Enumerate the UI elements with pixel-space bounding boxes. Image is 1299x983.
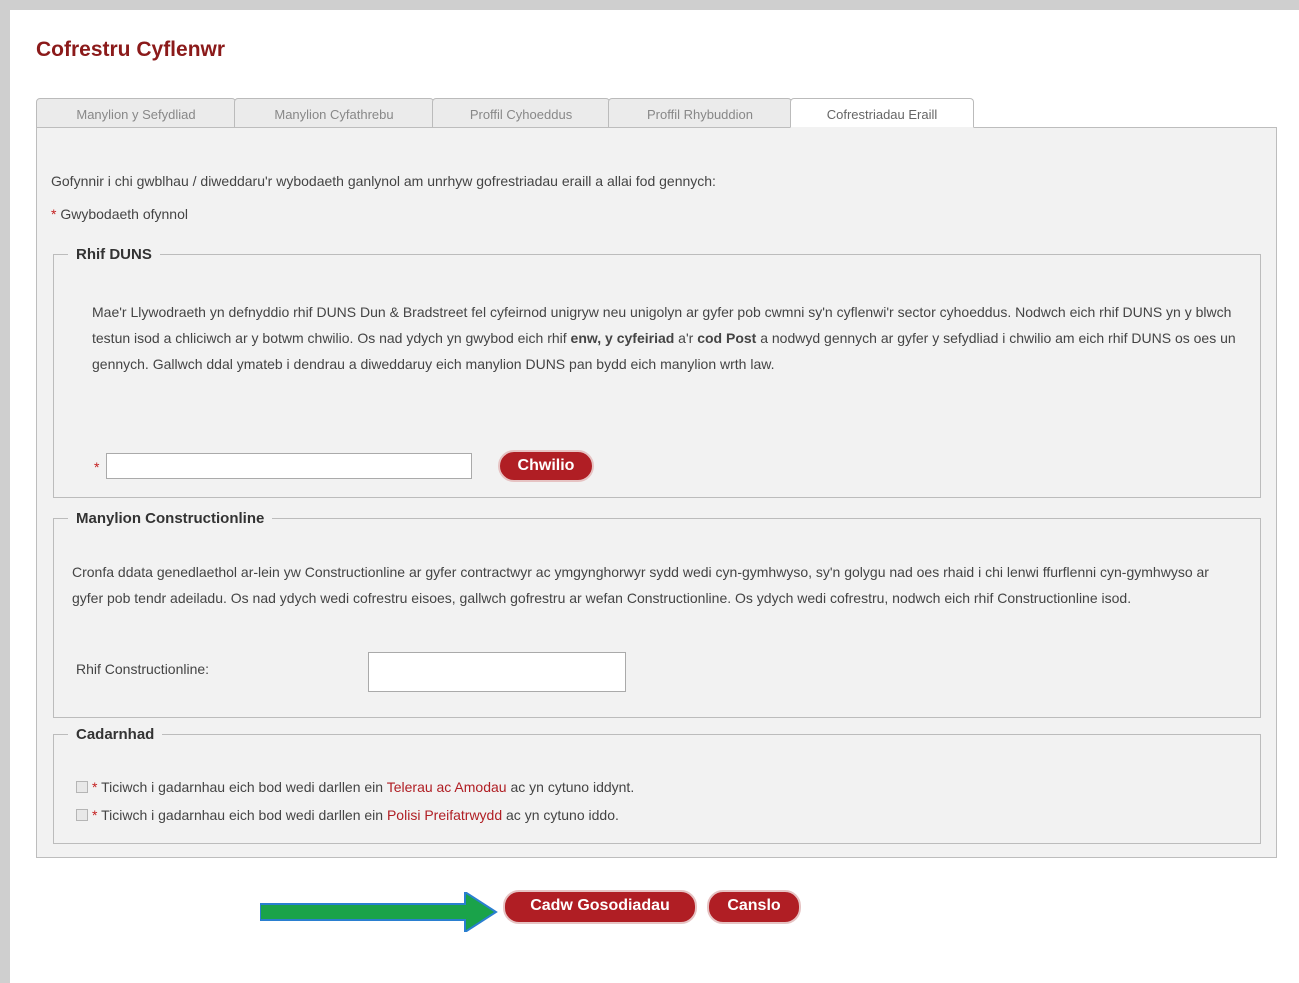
confirmation-fieldset: Cadarnhad * Ticiwch i gadarnhau eich bod… [53, 726, 1261, 844]
save-settings-button[interactable]: Cadw Gosodiadau [503, 890, 697, 924]
tab-other-registrations[interactable]: Cofrestriadau Eraill [790, 98, 974, 128]
tab-bar: Manylion y Sefydliad Manylion Cyfathrebu… [36, 98, 1036, 128]
privacy-checkbox[interactable] [76, 809, 88, 821]
cancel-button[interactable]: Canslo [707, 890, 801, 924]
privacy-text: Ticiwch i gadarnhau eich bod wedi darlle… [101, 807, 384, 823]
duns-legend: Rhif DUNS [76, 246, 152, 263]
privacy-row: * Ticiwch i gadarnhau eich bod wedi darl… [76, 807, 619, 823]
tab-public-profile[interactable]: Proffil Cyhoeddus [432, 98, 610, 128]
constructionline-fieldset: Manylion Constructionline Cronfa ddata g… [53, 510, 1261, 718]
required-marker: * [92, 779, 98, 795]
duns-description: Mae'r Llywodraeth yn defnyddio rhif DUNS… [92, 299, 1242, 377]
duns-required-marker: * [94, 459, 100, 475]
page-title: Cofrestru Cyflenwr [36, 38, 226, 61]
tab-label: Manylion Cyfathrebu [274, 107, 394, 122]
constructionline-legend: Manylion Constructionline [76, 510, 265, 527]
constructionline-description: Cronfa ddata genedlaethol ar-lein yw Con… [72, 564, 1209, 606]
terms-suffix: ac yn cytuno iddynt. [510, 779, 635, 795]
terms-link[interactable]: Telerau ac Amodau [387, 779, 507, 795]
privacy-link[interactable]: Polisi Preifatrwydd [387, 807, 502, 823]
page: Cofrestru Cyflenwr Manylion y Sefydliad … [10, 10, 1299, 983]
duns-bold-2: cod Post [697, 330, 757, 346]
green-arrow-icon [260, 892, 498, 932]
tab-label: Proffil Rhybuddion [647, 107, 753, 122]
privacy-suffix: ac yn cytuno iddo. [506, 807, 619, 823]
tab-communication-details[interactable]: Manylion Cyfathrebu [234, 98, 434, 128]
constructionline-field-label: Rhif Constructionline: [76, 661, 210, 677]
terms-row: * Ticiwch i gadarnhau eich bod wedi darl… [76, 779, 634, 795]
tab-label: Cofrestriadau Eraill [826, 107, 938, 122]
tab-alerts-profile[interactable]: Proffil Rhybuddion [608, 98, 792, 128]
tab-label: Proffil Cyhoeddus [469, 107, 573, 122]
tab-panel: Gofynnir i chi gwblhau / diweddaru'r wyb… [36, 127, 1277, 858]
search-button[interactable]: Chwilio [498, 450, 594, 482]
duns-text-2: a'r [674, 330, 698, 346]
tab-organisation-details[interactable]: Manylion y Sefydliad [36, 98, 236, 128]
confirmation-legend: Cadarnhad [76, 726, 155, 743]
required-marker: * [51, 206, 57, 222]
required-note: * Gwybodaeth ofynnol [51, 206, 188, 222]
duns-bold-1: enw, y cyfeiriad [570, 330, 675, 346]
tab-label: Manylion y Sefydliad [76, 107, 196, 122]
required-note-text: Gwybodaeth ofynnol [60, 206, 188, 222]
intro-text: Gofynnir i chi gwblhau / diweddaru'r wyb… [51, 173, 716, 189]
required-marker: * [92, 807, 98, 823]
terms-checkbox[interactable] [76, 781, 88, 793]
duns-fieldset: Rhif DUNS Mae'r Llywodraeth yn defnyddio… [53, 246, 1261, 498]
duns-input[interactable] [106, 453, 472, 479]
terms-text: Ticiwch i gadarnhau eich bod wedi darlle… [101, 779, 384, 795]
constructionline-input[interactable] [368, 652, 626, 692]
